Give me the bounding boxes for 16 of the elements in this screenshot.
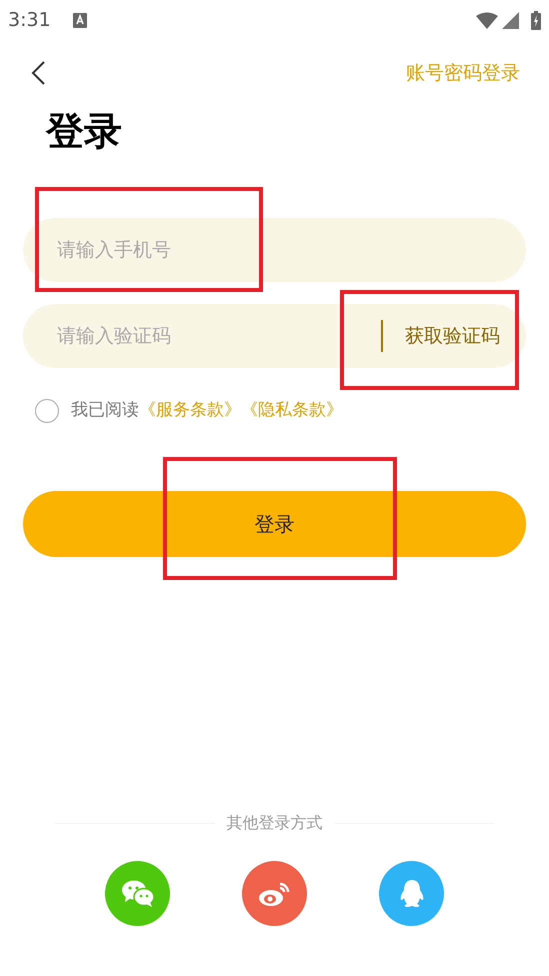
wifi-icon [476,12,498,28]
agreement-text: 我已阅读 [71,399,139,422]
keyboard-notification-icon [72,12,87,28]
code-input[interactable]: 请输入验证码 获取验证码 [23,304,526,368]
chat-bubbles-icon [120,880,154,908]
signal-icon [502,12,519,28]
get-code-button[interactable]: 获取验证码 [405,322,500,350]
login-button[interactable]: 登录 [23,490,526,556]
back-icon [30,60,46,86]
other-login-label: 其他登录方式 [226,812,324,834]
status-time: 3:31 [8,8,51,33]
page-title: 登录 [44,108,123,155]
battery-icon [531,10,541,30]
penguin-icon [398,878,424,908]
phone-input[interactable]: 请输入手机号 [23,218,526,282]
agree-checkbox[interactable] [35,398,59,423]
